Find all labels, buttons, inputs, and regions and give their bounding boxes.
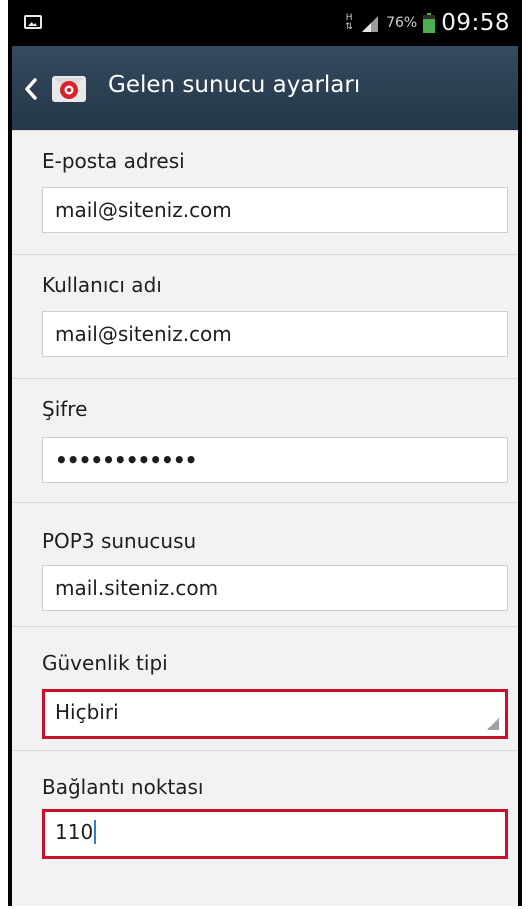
image-notification-icon	[24, 15, 42, 29]
battery-percent: 76%	[386, 15, 418, 31]
username-label: Kullanıcı adı	[42, 273, 162, 297]
port-value: 110	[55, 820, 94, 844]
signal-bars-icon	[360, 13, 380, 33]
email-label: E-posta adresi	[42, 149, 185, 173]
security-type-select[interactable]: Hiçbiri	[42, 689, 508, 739]
email-field[interactable]: mail@siteniz.com	[42, 187, 508, 233]
action-bar: Gelen sunucu ayarları	[12, 46, 518, 130]
username-field[interactable]: mail@siteniz.com	[42, 311, 508, 357]
password-field[interactable]: ••••••••••••	[42, 437, 508, 483]
port-field[interactable]: 110	[42, 809, 508, 859]
security-section: Güvenlik tipi Hiçbiri	[12, 626, 518, 751]
pop3-server-field[interactable]: mail.siteniz.com	[42, 565, 508, 611]
phone-frame: H ⇅ 76% 09:58 Gelen sunucu ayarları E-po…	[8, 0, 522, 906]
network-type-icon: H ⇅	[345, 13, 353, 32]
username-section: Kullanıcı adı mail@siteniz.com	[12, 254, 518, 379]
battery-icon	[423, 13, 436, 33]
chevron-left-icon[interactable]	[24, 78, 38, 100]
settings-form: E-posta adresi mail@siteniz.com Kullanıc…	[12, 130, 518, 906]
text-cursor	[94, 820, 97, 844]
email-section: E-posta adresi mail@siteniz.com	[12, 130, 518, 255]
password-label: Şifre	[42, 397, 88, 421]
port-section: Bağlantı noktası 110	[12, 750, 518, 906]
clock: 09:58	[441, 10, 510, 36]
security-type-label: Güvenlik tipi	[42, 651, 168, 675]
security-type-value: Hiçbiri	[55, 700, 119, 724]
status-indicators: H ⇅ 76% 09:58	[344, 10, 510, 36]
status-bar: H ⇅ 76% 09:58	[12, 4, 518, 44]
dropdown-corner-icon	[487, 718, 499, 730]
pop3-label: POP3 sunucusu	[42, 529, 197, 553]
pop3-section: POP3 sunucusu mail.siteniz.com	[12, 502, 518, 627]
page-title: Gelen sunucu ayarları	[108, 72, 361, 98]
password-section: Şifre ••••••••••••	[12, 378, 518, 503]
port-label: Bağlantı noktası	[42, 775, 204, 799]
email-app-icon[interactable]	[52, 74, 86, 104]
